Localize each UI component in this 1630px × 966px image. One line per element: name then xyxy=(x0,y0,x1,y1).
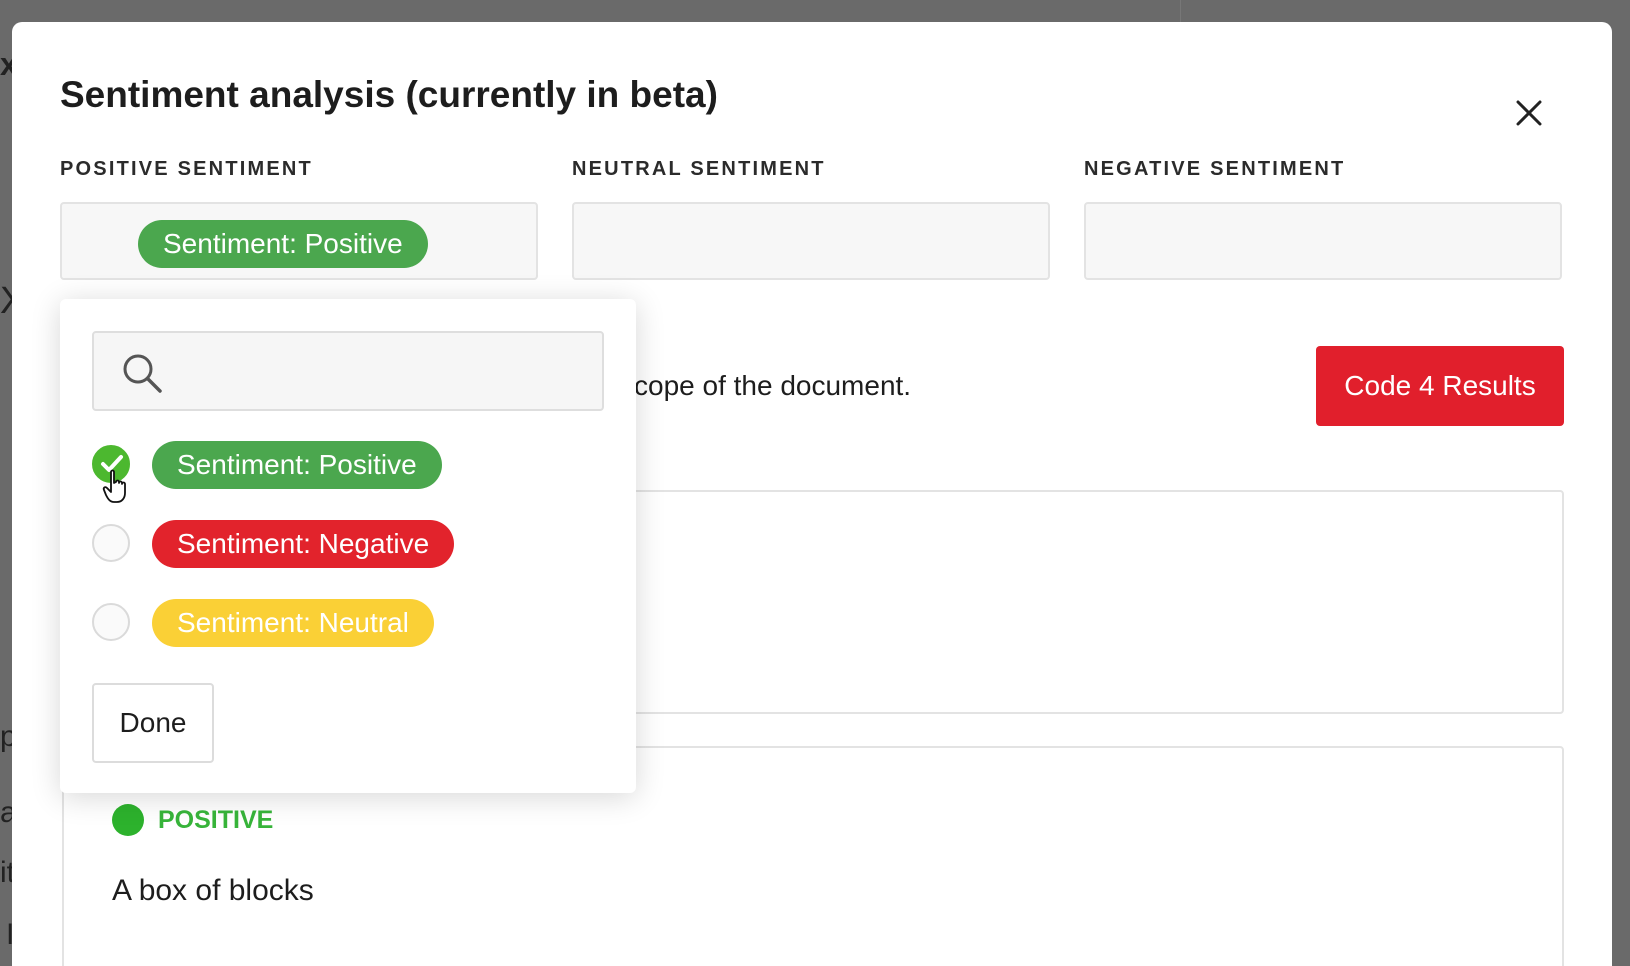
neutral-sentiment-label: NEUTRAL SENTIMENT xyxy=(572,158,826,180)
search-box[interactable] xyxy=(92,331,604,411)
search-icon xyxy=(123,354,162,393)
option-tag: Sentiment: Neutral xyxy=(152,599,434,647)
neutral-sentiment-box[interactable] xyxy=(572,202,1050,280)
positive-sentiment-box[interactable]: Sentiment: Positive xyxy=(60,202,538,280)
code-results-button[interactable]: Code 4 Results xyxy=(1316,346,1564,426)
option-tag: Sentiment: Positive xyxy=(152,441,442,489)
search-input[interactable] xyxy=(178,345,592,399)
positive-sentiment-label: POSITIVE SENTIMENT xyxy=(60,158,313,180)
close-icon xyxy=(1516,100,1542,126)
positive-status-dot xyxy=(112,804,144,836)
result-text: A box of blocks xyxy=(112,874,314,907)
positive-sentiment-tag[interactable]: Sentiment: Positive xyxy=(138,220,428,268)
close-button[interactable] xyxy=(1512,96,1546,130)
modal-title: Sentiment analysis (currently in beta) xyxy=(60,74,718,115)
tag-selector-dropdown: Sentiment: Positive Sentiment: Negative … xyxy=(60,299,636,793)
option-tag: Sentiment: Negative xyxy=(152,520,455,568)
status-label: POSITIVE xyxy=(158,806,274,834)
hand-cursor-icon xyxy=(102,469,126,503)
background-divider xyxy=(1180,0,1181,22)
option-checkbox[interactable] xyxy=(92,524,130,562)
option-checkbox[interactable] xyxy=(92,603,130,641)
description-text: cope of the document. xyxy=(634,370,912,401)
negative-sentiment-label: NEGATIVE SENTIMENT xyxy=(1084,158,1346,180)
negative-sentiment-box[interactable] xyxy=(1084,202,1562,280)
done-button[interactable]: Done xyxy=(92,683,214,763)
